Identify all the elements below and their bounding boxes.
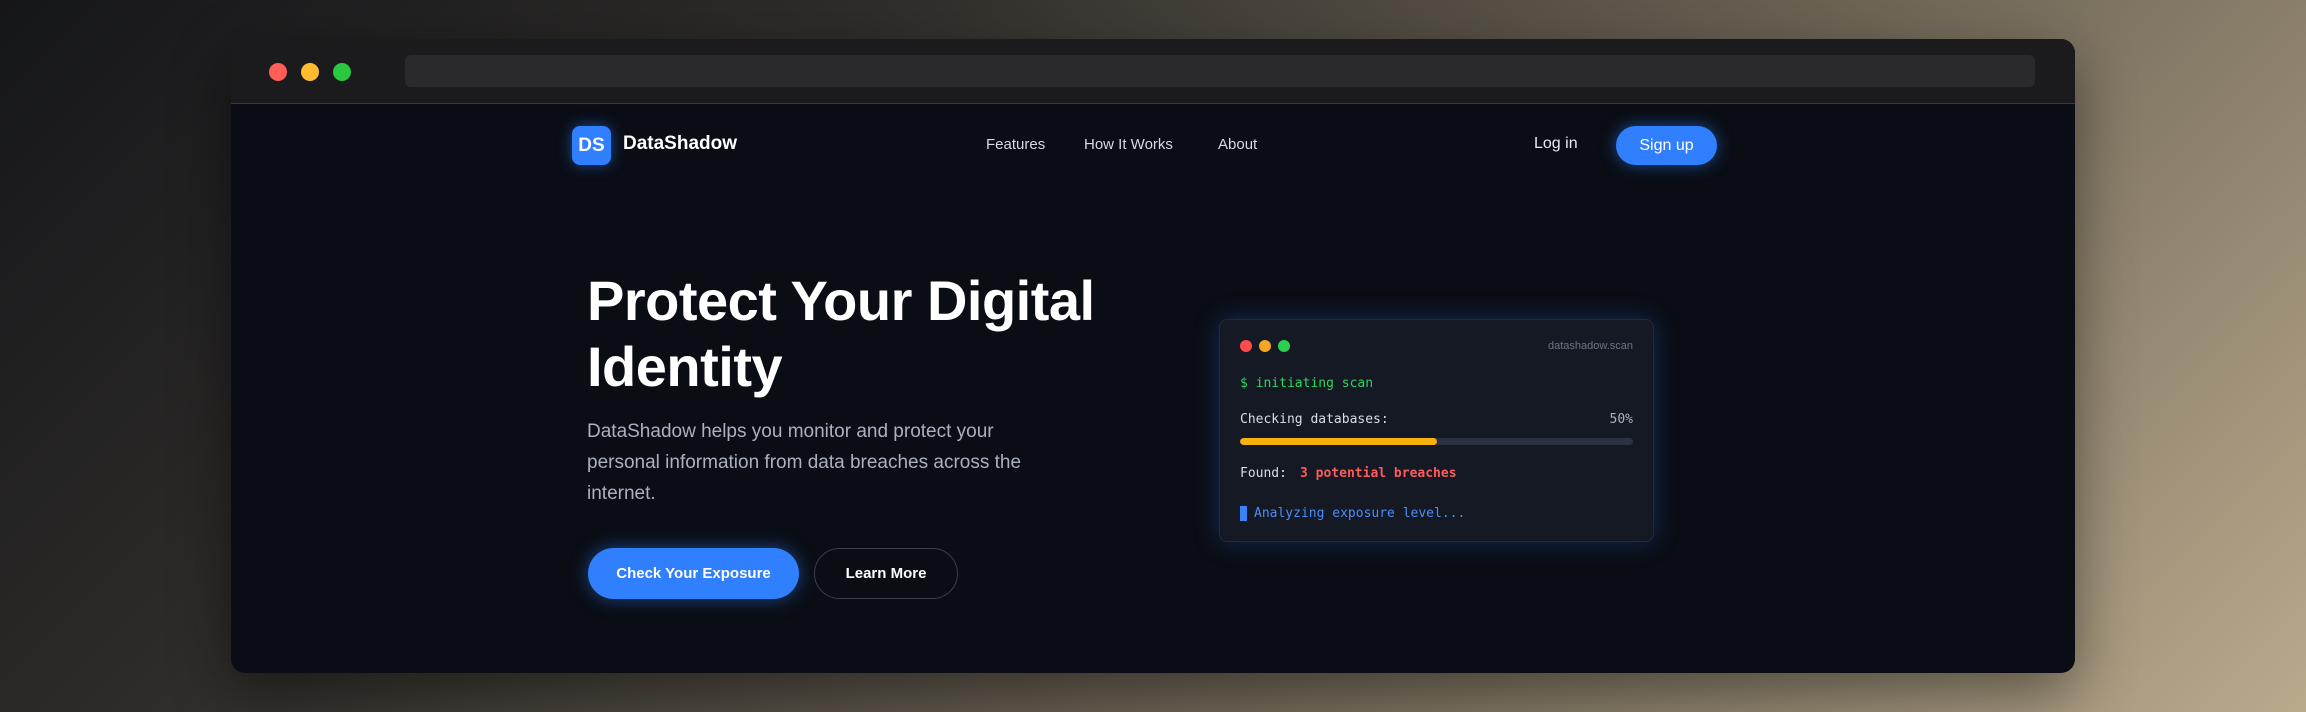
learn-more-button[interactable]: Learn More [814,548,958,599]
terminal-title: datashadow.scan [1547,340,1633,352]
logo-icon[interactable]: DS [572,126,611,165]
browser-titlebar [231,39,2075,104]
terminal-command: $ initiating scan [1240,376,1374,391]
terminal-cursor-icon [1240,506,1247,521]
login-link[interactable]: Log in [1534,135,1578,153]
minimize-window-button[interactable] [301,63,319,81]
browser-window: DS DataShadow Features How It Works Abou… [231,39,2075,673]
address-bar[interactable] [405,55,2035,87]
terminal-green-dot-icon [1278,340,1290,352]
terminal-red-dot-icon [1240,340,1252,352]
maximize-window-button[interactable] [333,63,351,81]
hero-description: DataShadow helps you monitor and protect… [587,421,1022,504]
found-label: Found: [1240,466,1287,481]
scan-progress-bar [1240,438,1633,445]
page-content: DS DataShadow Features How It Works Abou… [231,104,2075,673]
nav-link-features[interactable]: Features [986,136,1045,153]
check-exposure-button[interactable]: Check Your Exposure [588,548,799,599]
close-window-button[interactable] [269,63,287,81]
nav-link-how-it-works[interactable]: How It Works [1084,136,1173,153]
progress-percent: 50% [1609,412,1633,427]
nav-link-about[interactable]: About [1218,136,1257,153]
checking-databases-label: Checking databases: [1240,412,1389,427]
terminal-card: datashadow.scan $ initiating scan Checki… [1219,319,1654,542]
hero-title: Protect Your Digital Identity [587,269,1095,398]
analyzing-status: Analyzing exposure level... [1254,506,1466,521]
found-breaches-value: 3 potential breaches [1300,466,1457,481]
signup-button[interactable]: Sign up [1616,126,1717,165]
scan-progress-fill [1240,438,1437,445]
terminal-yellow-dot-icon [1259,340,1271,352]
brand-name[interactable]: DataShadow [623,133,737,155]
